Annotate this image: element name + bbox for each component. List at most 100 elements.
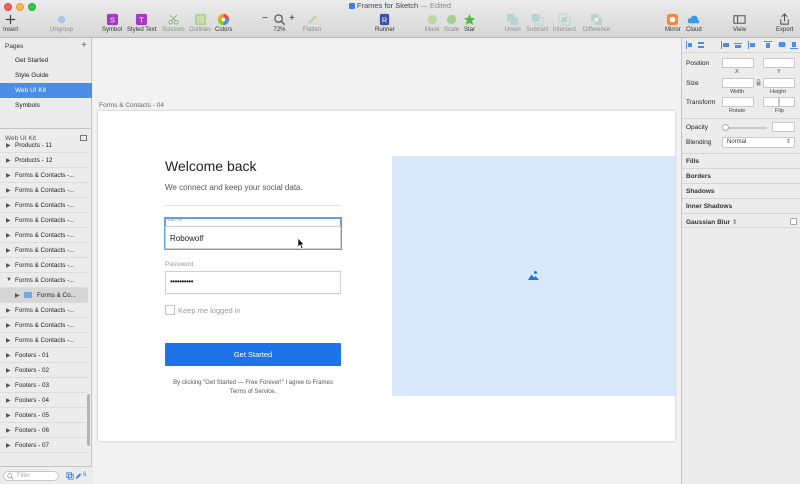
layer-row[interactable]: ▶ Forms & Contacts -... <box>0 168 88 183</box>
symbols-filter-icon[interactable] <box>66 472 74 480</box>
disclosure-arrow-icon[interactable]: ▶ <box>6 247 11 254</box>
layer-row[interactable]: ▶ Forms & Contacts -... <box>0 243 88 258</box>
disclosure-arrow-icon[interactable]: ▶ <box>6 202 11 209</box>
disclosure-arrow-down-icon[interactable]: ▼ <box>6 277 12 283</box>
gaussian-blur-checkbox[interactable] <box>790 218 797 225</box>
disclosure-arrow-icon[interactable]: ▶ <box>6 157 11 164</box>
page-item-symbols[interactable]: Symbols <box>0 98 92 113</box>
disclosure-arrow-icon[interactable]: ▶ <box>6 367 11 374</box>
name-input[interactable]: Robowolf <box>165 226 341 249</box>
flip-horizontal-button[interactable] <box>763 97 779 107</box>
layer-row[interactable]: ▶ Footers - 02 <box>0 363 88 378</box>
page-item-web-ui-kit[interactable]: Web UI Kit <box>0 83 92 98</box>
scissors-button[interactable]: Scissors <box>162 13 185 33</box>
artboard-label[interactable]: Forms & Contacts - 04 <box>99 102 164 109</box>
mask-button[interactable]: Mask <box>425 13 439 33</box>
disclosure-arrow-icon[interactable]: ▶ <box>6 322 11 329</box>
layer-row-child[interactable]: ▶ Forms & Co... <box>0 288 88 303</box>
layer-row[interactable]: ▶ Forms & Contacts -... <box>0 318 88 333</box>
layer-row[interactable]: ▶ Footers - 07 <box>0 438 88 453</box>
layer-row[interactable]: ▶ Forms & Contacts -... <box>0 258 88 273</box>
disclosure-arrow-icon[interactable]: ▶ <box>6 142 11 149</box>
symbol-button[interactable]: S Symbol <box>102 13 122 33</box>
fills-section[interactable]: Fills <box>682 153 800 168</box>
layer-row[interactable]: ▶ Forms & Contacts -... <box>0 228 88 243</box>
layer-row[interactable]: ▶ Footers - 01 <box>0 348 88 363</box>
layer-row-expanded[interactable]: ▼ Forms & Contacts -... <box>0 273 88 288</box>
lock-icon[interactable] <box>756 79 761 86</box>
disclosure-arrow-icon[interactable]: ▶ <box>6 337 11 344</box>
disclosure-arrow-icon[interactable]: ▶ <box>6 307 11 314</box>
zoom-control[interactable]: 72% <box>273 13 286 33</box>
rotate-input[interactable] <box>722 97 754 107</box>
disclosure-arrow-icon[interactable]: ▶ <box>6 262 11 269</box>
view-button[interactable]: View <box>733 13 746 33</box>
remember-label[interactable]: Keep me logged in <box>178 306 241 315</box>
disclosure-arrow-icon[interactable]: ▶ <box>6 232 11 239</box>
disclosure-arrow-icon[interactable]: ▶ <box>6 382 11 389</box>
flip-vertical-button[interactable] <box>779 97 795 107</box>
artboard[interactable]: Welcome back We connect and keep your so… <box>98 111 675 441</box>
colors-button[interactable]: Colors <box>215 13 232 33</box>
opacity-slider-thumb[interactable] <box>722 124 729 131</box>
cloud-button[interactable]: Cloud <box>686 13 702 33</box>
layer-row[interactable]: ▶ Forms & Contacts -... <box>0 198 88 213</box>
layer-row[interactable]: ▶ Footers - 05 <box>0 408 88 423</box>
zoom-out-button[interactable]: − <box>262 13 268 24</box>
x-position-input[interactable] <box>722 58 754 68</box>
layer-row[interactable]: ▶ Forms & Contacts -... <box>0 333 88 348</box>
scale-button[interactable]: Scale <box>444 13 459 33</box>
remember-checkbox[interactable] <box>165 305 175 315</box>
disclosure-arrow-icon[interactable]: ▶ <box>6 217 11 224</box>
layer-row[interactable]: ▶ Footers - 06 <box>0 423 88 438</box>
mirror-button[interactable]: Mirror <box>665 13 681 33</box>
disclosure-arrow-icon[interactable]: ▶ <box>6 352 11 359</box>
page-item-get-started[interactable]: Get Started <box>0 53 92 68</box>
star-button[interactable]: Star <box>463 13 476 33</box>
shadows-section[interactable]: Shadows <box>682 183 800 198</box>
subtract-button[interactable]: Subtract <box>526 13 548 33</box>
disclosure-arrow-icon[interactable]: ▶ <box>6 442 11 449</box>
styled-text-button[interactable]: T Styled Text <box>127 13 156 33</box>
layer-row[interactable]: ▶ Footers - 04 <box>0 393 88 408</box>
chevron-updown-icon[interactable]: ⇕ <box>732 219 737 226</box>
height-input[interactable] <box>763 78 795 88</box>
password-input[interactable]: •••••••••• <box>165 271 341 294</box>
pencil-icon[interactable] <box>75 472 82 480</box>
width-input[interactable] <box>722 78 754 88</box>
page-item-style-guide[interactable]: Style Guide <box>0 68 92 83</box>
runner-button[interactable]: R Runner <box>375 13 395 33</box>
layer-row[interactable]: ▶ Footers - 03 <box>0 378 88 393</box>
disclosure-arrow-icon[interactable]: ▶ <box>6 172 11 179</box>
disclosure-arrow-icon[interactable]: ▶ <box>15 292 20 299</box>
union-button[interactable]: Union <box>505 13 521 33</box>
image-placeholder[interactable] <box>392 156 675 396</box>
layer-row[interactable]: ▶ Forms & Contacts -... <box>0 213 88 228</box>
export-button[interactable]: Export <box>776 13 793 33</box>
ungroup-button[interactable]: Ungroup <box>50 13 73 33</box>
gaussian-blur-section[interactable]: Gaussian Blur ⇕ <box>682 213 800 228</box>
blending-select[interactable]: Normal ⇕ <box>722 137 795 148</box>
y-position-input[interactable] <box>763 58 795 68</box>
outlines-button[interactable]: Outlines <box>189 13 211 33</box>
inner-shadows-section[interactable]: Inner Shadows <box>682 198 800 213</box>
layer-row[interactable]: ▶ Products - 12 <box>0 153 88 168</box>
add-page-button[interactable]: + <box>81 40 87 51</box>
disclosure-arrow-icon[interactable]: ▶ <box>6 397 11 404</box>
filter-field[interactable]: Filter <box>3 471 59 481</box>
difference-button[interactable]: Difference <box>583 13 610 33</box>
borders-section[interactable]: Borders <box>682 168 800 183</box>
zoom-in-button[interactable]: + <box>289 13 295 24</box>
align-icons[interactable] <box>686 41 798 49</box>
layer-row[interactable]: ▶ Products - 11 <box>0 138 88 153</box>
layers-scrollbar[interactable] <box>87 394 90 446</box>
layer-row[interactable]: ▶ Forms & Contacts -... <box>0 303 88 318</box>
flatten-button[interactable]: Flatten <box>303 13 321 33</box>
disclosure-arrow-icon[interactable]: ▶ <box>6 187 11 194</box>
get-started-button[interactable]: Get Started <box>165 343 341 366</box>
disclosure-arrow-icon[interactable]: ▶ <box>6 412 11 419</box>
disclosure-arrow-icon[interactable]: ▶ <box>6 427 11 434</box>
layer-row[interactable]: ▶ Forms & Contacts -... <box>0 183 88 198</box>
intersect-button[interactable]: Intersect <box>553 13 576 33</box>
insert-button[interactable]: Insert <box>3 13 18 33</box>
